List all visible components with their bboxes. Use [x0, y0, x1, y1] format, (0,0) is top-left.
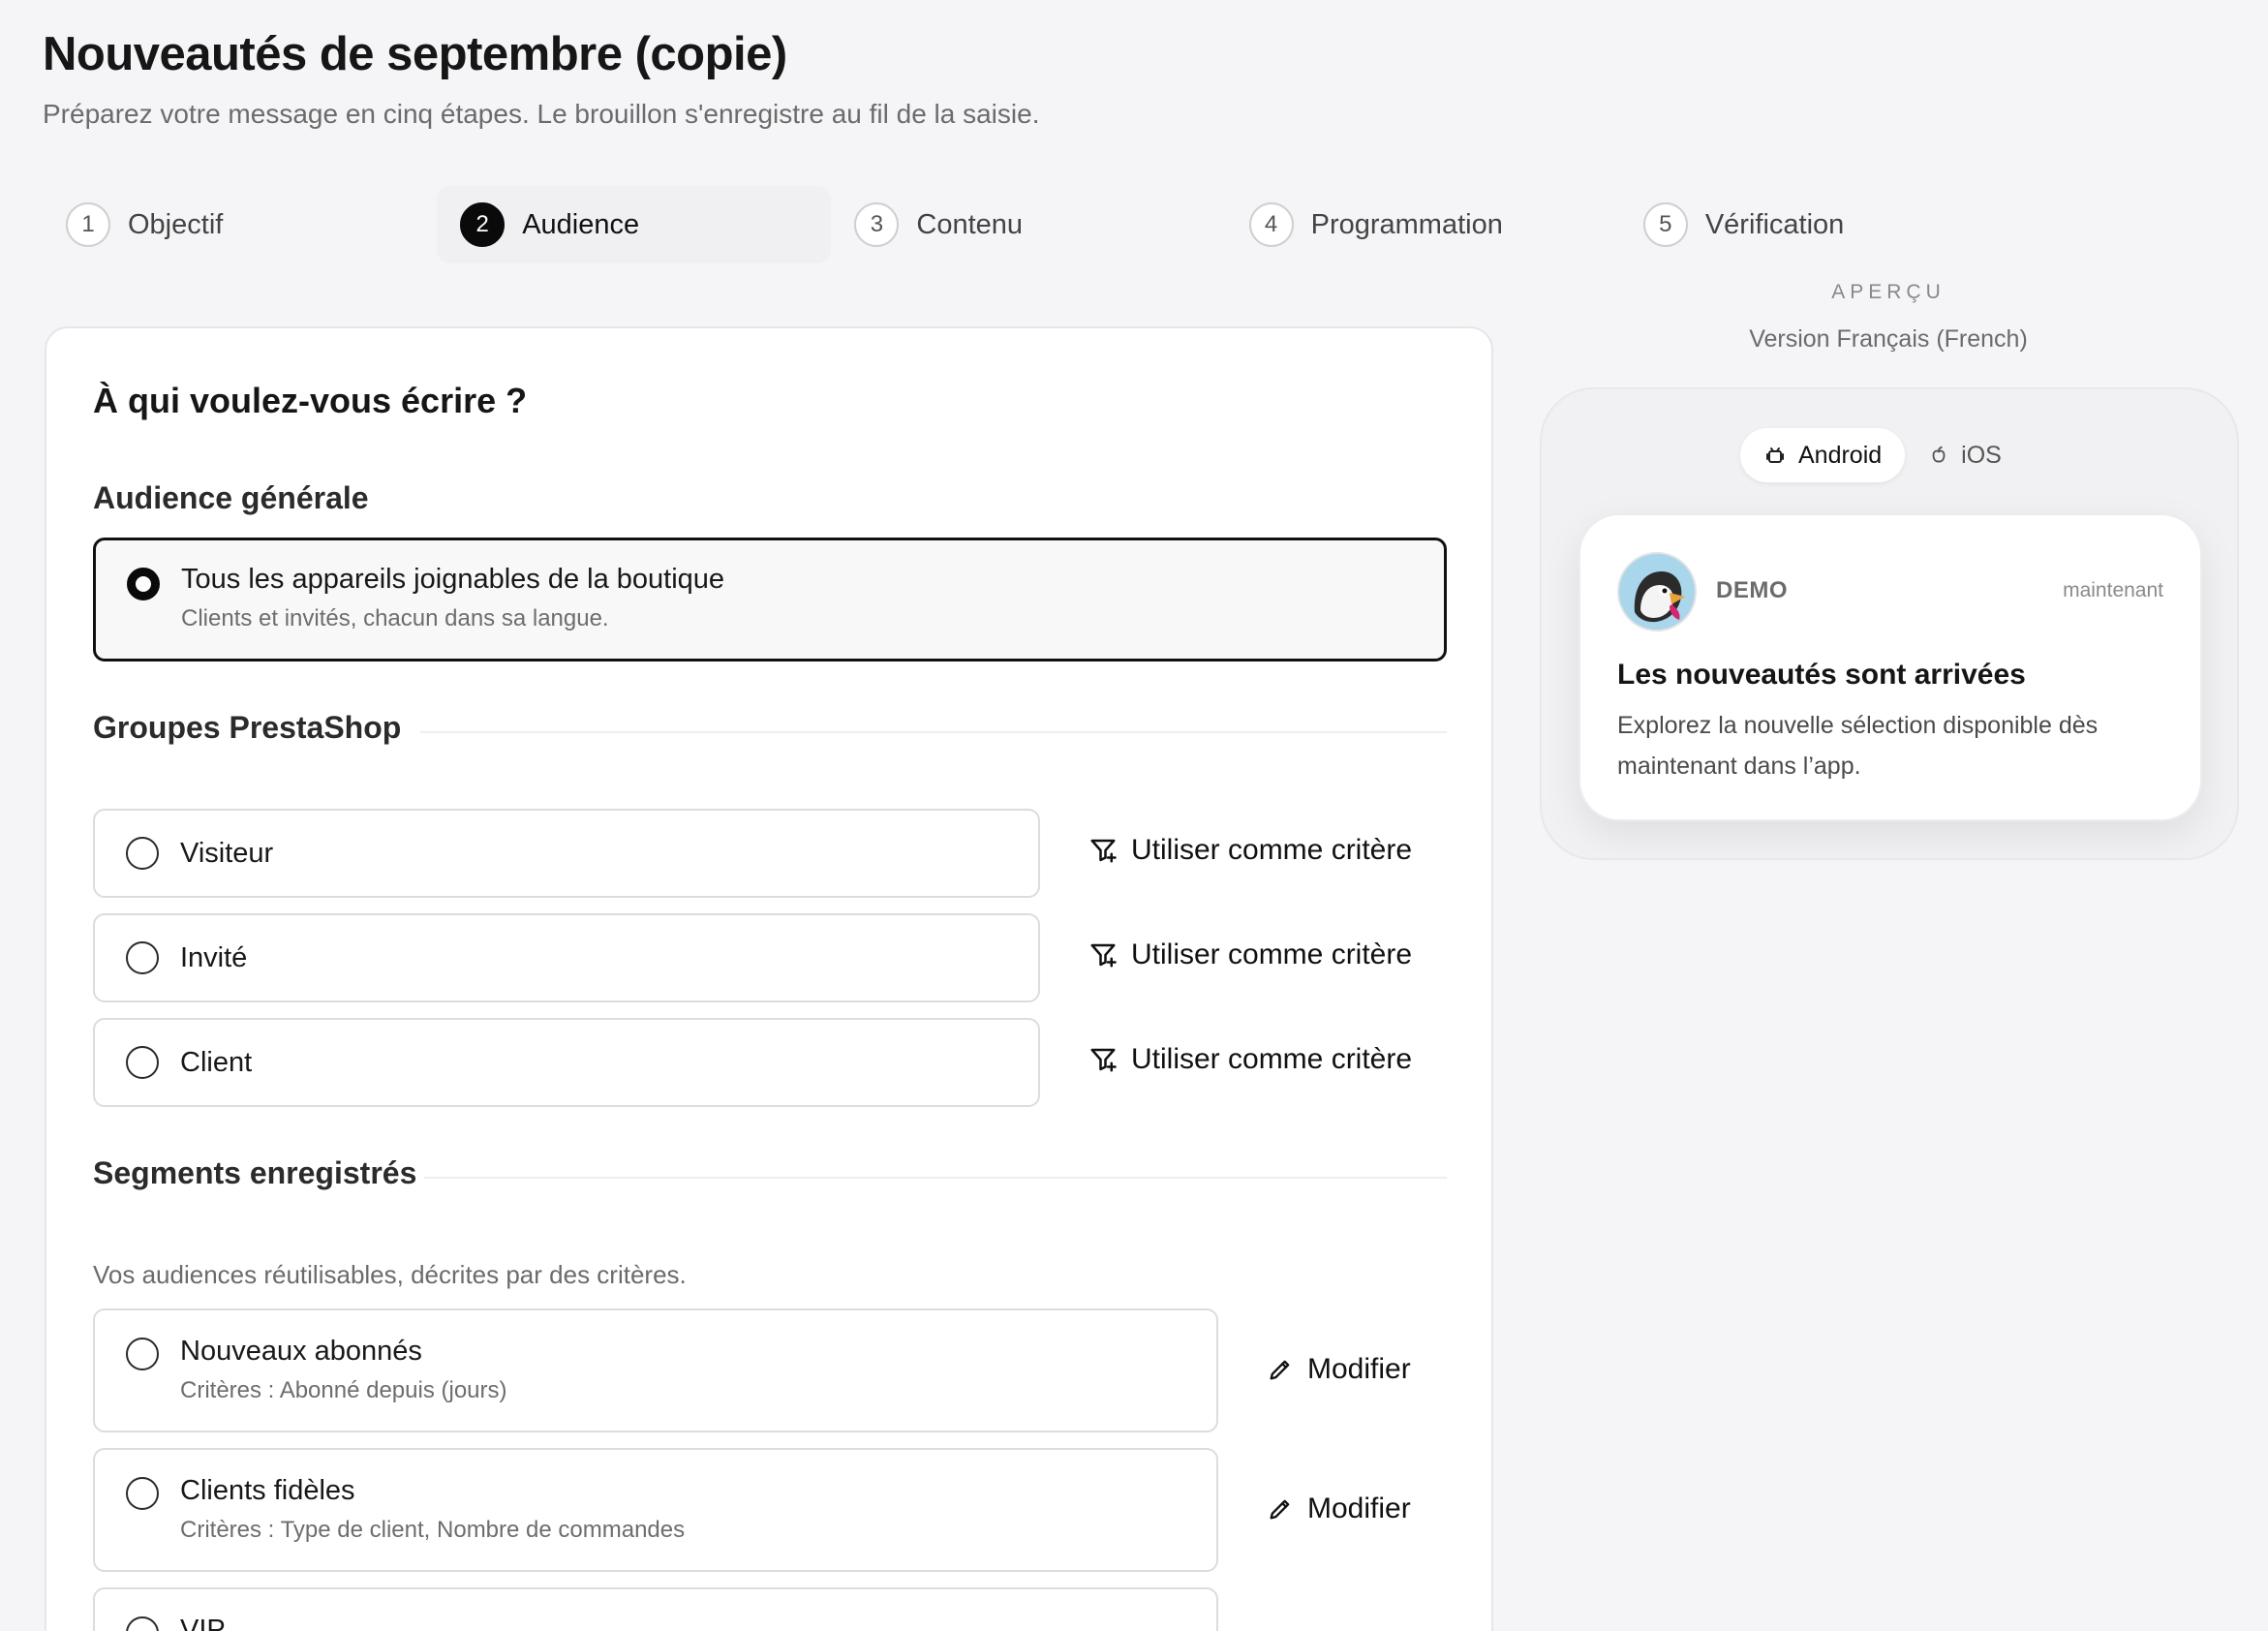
action-label: Utiliser comme critère — [1131, 834, 1413, 866]
step-label: Programmation — [1310, 208, 1503, 240]
filter-plus-icon — [1090, 1048, 1117, 1072]
group-option-visiteur[interactable]: Visiteur — [93, 809, 1040, 898]
radio[interactable] — [126, 1616, 159, 1631]
action-label: Utiliser comme critère — [1131, 939, 1413, 970]
option-label: VIP — [180, 1615, 226, 1631]
step-label: Vérification — [1704, 208, 1845, 240]
apple-icon — [1932, 446, 1946, 463]
use-as-criterion-button[interactable]: Utiliser comme critère — [1088, 1043, 1412, 1076]
option-label: Client — [180, 1046, 253, 1078]
all-devices-option[interactable]: Tous les appareils joignables de la bout… — [93, 538, 1447, 662]
segment-option-vip[interactable]: VIP — [93, 1587, 1218, 1631]
step-label: Objectif — [128, 208, 224, 240]
radio[interactable] — [126, 837, 159, 870]
android-icon — [1766, 447, 1784, 463]
segment-option-nouveaux-abonnes[interactable]: Nouveaux abonnés Critères : Abonné depui… — [93, 1308, 1218, 1432]
option-label: Clients fidèles — [180, 1475, 355, 1506]
option-description: Clients et invités, chacun dans sa langu… — [181, 605, 609, 631]
step-label: Contenu — [916, 208, 1024, 240]
radio[interactable] — [126, 1338, 159, 1370]
preview-eyebrow: APERÇU — [1831, 281, 1946, 303]
tab-label: iOS — [1961, 441, 2002, 469]
page-subtitle: Préparez votre message en cinq étapes. L… — [43, 99, 1040, 129]
step-number: 2 — [460, 202, 506, 247]
step-audience[interactable]: 2 Audience — [437, 186, 832, 263]
group-option-invite[interactable]: Invité — [93, 913, 1040, 1002]
prestashop-groups-title: Groupes PrestaShop — [93, 710, 402, 745]
tab-label: Android — [1798, 441, 1883, 469]
use-as-criterion-button[interactable]: Utiliser comme critère — [1088, 939, 1412, 971]
puffin-logo-icon — [1619, 554, 1695, 630]
audience-heading: À qui voulez-vous écrire ? — [93, 381, 528, 420]
option-label: Nouveaux abonnés — [180, 1336, 422, 1367]
section-divider — [424, 1177, 1447, 1179]
app-logo-avatar — [1617, 552, 1697, 631]
step-label: Audience — [522, 208, 640, 240]
use-as-criterion-button[interactable]: Utiliser comme critère — [1088, 834, 1412, 867]
action-label: Utiliser comme critère — [1131, 1043, 1413, 1075]
step-number: 3 — [854, 202, 900, 247]
preview-version: Version Français (French) — [1749, 325, 2028, 353]
page-title: Nouveautés de septembre (copie) — [43, 28, 787, 80]
platform-tabs: Android iOS — [1740, 428, 2025, 482]
radio[interactable] — [126, 1477, 159, 1510]
step-objectif[interactable]: 1 Objectif — [43, 186, 437, 263]
group-option-client[interactable]: Client — [93, 1018, 1040, 1107]
step-number: 4 — [1248, 202, 1294, 247]
action-label: Modifier — [1307, 1353, 1411, 1385]
stepper: 1 Objectif 2 Audience 3 Contenu 4 Progra… — [43, 186, 2014, 263]
tab-ios[interactable]: iOS — [1905, 428, 2025, 482]
step-contenu[interactable]: 3 Contenu — [831, 186, 1225, 263]
step-verification[interactable]: 5 Vérification — [1620, 186, 2014, 263]
phone-preview: Android iOS DEMO maintenant Les nouveaut… — [1540, 387, 2239, 860]
saved-segments-title: Segments enregistrés — [93, 1155, 417, 1190]
option-label: Tous les appareils joignables de la bout… — [181, 564, 725, 595]
step-programmation[interactable]: 4 Programmation — [1226, 186, 1620, 263]
segments-help: Vos audiences réutilisables, décrites pa… — [93, 1260, 687, 1289]
notification-body: Explorez la nouvelle sélection disponibl… — [1617, 712, 2099, 780]
radio[interactable] — [126, 1046, 159, 1079]
general-audience-title: Audience générale — [93, 480, 369, 515]
pencil-icon — [1270, 1360, 1290, 1380]
audience-card: À qui voulez-vous écrire ? Audience géné… — [45, 326, 1493, 1631]
option-label: Invité — [180, 941, 248, 973]
pencil-icon — [1270, 1499, 1290, 1520]
option-label: Visiteur — [180, 837, 274, 869]
step-number: 5 — [1642, 202, 1688, 247]
radio-selected[interactable] — [127, 568, 160, 600]
edit-segment-button[interactable]: Modifier — [1267, 1353, 1411, 1386]
tab-android[interactable]: Android — [1740, 428, 1906, 482]
action-label: Modifier — [1307, 1493, 1411, 1524]
option-criteria: Critères : Type de client, Nombre de com… — [180, 1517, 686, 1543]
notification-title: Les nouveautés sont arrivées — [1617, 659, 2026, 691]
filter-plus-icon — [1090, 943, 1117, 968]
segment-option-clients-fideles[interactable]: Clients fidèles Critères : Type de clien… — [93, 1448, 1218, 1572]
push-notification-card: DEMO maintenant Les nouveautés sont arri… — [1578, 513, 2202, 821]
section-divider — [420, 731, 1447, 733]
step-number: 1 — [66, 202, 110, 247]
notification-time: maintenant — [2063, 579, 2163, 601]
edit-segment-button[interactable]: Modifier — [1267, 1493, 1411, 1525]
radio[interactable] — [126, 941, 159, 974]
notification-app-name: DEMO — [1716, 577, 1788, 603]
filter-plus-icon — [1090, 839, 1117, 863]
option-criteria: Critères : Abonné depuis (jours) — [180, 1377, 507, 1403]
